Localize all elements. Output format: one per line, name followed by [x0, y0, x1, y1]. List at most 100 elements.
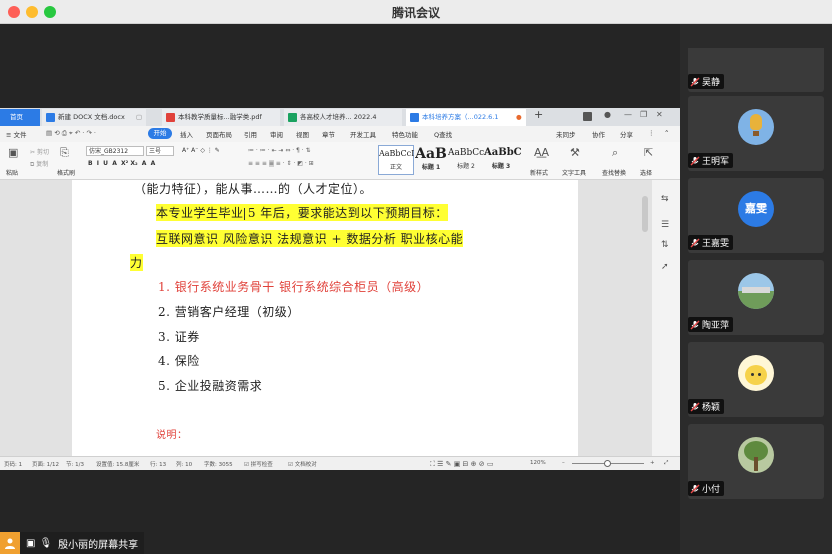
unsynced-label[interactable]: 未同步 — [556, 129, 576, 139]
menu-developer[interactable]: 开发工具 — [350, 129, 376, 139]
select-label[interactable]: 选择 — [640, 168, 652, 177]
menu-chapter[interactable]: 章节 — [322, 129, 335, 139]
paste-label[interactable]: 粘贴 — [6, 168, 18, 177]
menu-view[interactable]: 视图 — [296, 129, 309, 139]
restore-icon[interactable]: ❐ — [640, 110, 647, 119]
collaborate-button[interactable]: 协作 — [592, 129, 605, 139]
doc-line-0: （能力特征），能从事……的（人才定位）。 — [134, 182, 373, 196]
style-heading-3[interactable]: AaBbC 标题 3 — [484, 145, 522, 175]
view-mode-icons[interactable]: ⛶ ☰ ✎ ▣ ⊟ ⊕ ⊘ ▭ — [430, 460, 493, 469]
format-painter-label[interactable]: 格式刷 — [57, 168, 75, 177]
sort-icon[interactable]: ⇅ — [661, 240, 671, 250]
status-words[interactable]: 字数: 3055 — [204, 460, 233, 468]
new-tab-plus-icon[interactable]: + — [534, 108, 543, 121]
tab-active-doc[interactable]: 本科培养方案（...022.6.1 ● — [406, 109, 526, 126]
collapse-ribbon-icon[interactable]: ⌃ — [664, 129, 669, 137]
status-page: 页码: 1 — [4, 462, 23, 468]
participant-avatar — [738, 437, 774, 473]
menu-special[interactable]: 特色功能 — [392, 129, 418, 139]
avatar-icon[interactable]: ● — [604, 110, 611, 119]
zoom-slider-thumb[interactable] — [604, 460, 611, 467]
tab-label: 首页 — [10, 113, 23, 121]
select-cursor-icon[interactable]: ⇱ — [644, 146, 653, 159]
style-label: 标题 3 — [491, 163, 511, 170]
participant-tile[interactable]: 王明军 — [688, 96, 824, 171]
paragraph-align-icons[interactable]: ≡ ≡ ≡ ≡ ≡ · ⇕ · ◩ · ⊞ — [248, 160, 314, 167]
vertical-scrollbar[interactable] — [642, 196, 648, 232]
menu-insert[interactable]: 插入 — [180, 129, 193, 139]
menu-review[interactable]: 审阅 — [270, 129, 283, 139]
status-col: 列: 10 — [176, 462, 193, 468]
tab-pdf[interactable]: 本科教学质量标...融学类.pdf — [162, 109, 280, 126]
font-size-select[interactable]: 三号 — [146, 146, 174, 156]
more-icon[interactable]: ⋮ — [648, 129, 655, 137]
cut-button[interactable]: ✂ 剪切 — [30, 147, 49, 156]
participant-tile[interactable]: 吴静 — [688, 48, 824, 92]
paste-icon[interactable]: ▣ — [8, 146, 18, 159]
quick-access-icons[interactable]: ▤ ⟲ ⎙ ⌖ ↶ · ↷ · — [46, 129, 96, 138]
doc-list-item-2: 2. 营销客户经理（初级） — [158, 305, 300, 319]
find-replace-icon[interactable]: ⌕ — [612, 146, 618, 160]
list-format-icons[interactable]: ≔ · ≔ · ⇤ ⇥ ⇔ · ¶ · ⇅ — [248, 147, 311, 154]
mic-muted-icon — [690, 156, 700, 165]
menu-find[interactable]: Q查找 — [434, 129, 452, 139]
spell-check-button[interactable]: ☑ 拼写检查 — [244, 460, 273, 468]
new-style-label[interactable]: 新样式 — [530, 168, 548, 177]
zoom-in-icon[interactable]: + — [650, 460, 655, 466]
style-sample: AaBbC — [484, 147, 522, 158]
style-normal[interactable]: AaBbCcI 正文 — [378, 145, 414, 175]
participant-tile[interactable]: 陶亚萍 — [688, 260, 824, 335]
tab-home[interactable]: 首页 — [0, 109, 40, 126]
zoom-level[interactable]: 120% — [530, 460, 546, 466]
find-replace-label[interactable]: 查找替换 — [602, 168, 626, 177]
format-painter-icon[interactable]: ⎘ — [60, 146, 69, 160]
mic-muted-icon — [690, 484, 700, 493]
font-size-adjust-icons[interactable]: A⁺ A⁻ ◇ ⋮ ✎ — [182, 147, 220, 154]
participant-tile[interactable]: 小付 — [688, 424, 824, 499]
tab-docx[interactable]: 新建 DOCX 文档.docx ▢ — [42, 109, 146, 126]
participant-name: 杨颖 — [702, 403, 721, 413]
participant-tile[interactable]: 杨颖 — [688, 342, 824, 417]
text-cursor — [244, 208, 245, 220]
status-pages[interactable]: 页面: 1/12 — [32, 460, 59, 468]
close-icon[interactable]: ✕ — [656, 110, 663, 119]
style-heading-1[interactable]: AaB 标题 1 — [414, 145, 448, 175]
adjust-icon[interactable]: ⇆ — [661, 194, 671, 204]
new-style-icon[interactable]: A͟A — [534, 146, 549, 159]
pdf-icon — [166, 113, 175, 122]
tab-list-icon[interactable] — [583, 112, 592, 121]
wps-window: 首页 新建 DOCX 文档.docx ▢ 本科教学质量标...融学类.pdf 各… — [0, 108, 680, 470]
mic-muted-icon — [690, 238, 700, 247]
doc-proof-button[interactable]: ☑ 文档校对 — [288, 460, 317, 468]
zoom-out-icon[interactable]: – — [562, 460, 565, 466]
tab-spreadsheet[interactable]: 各高校人才培养... 2022.4 — [284, 109, 402, 126]
presenter-avatar-icon — [0, 532, 20, 554]
text-format-icons[interactable]: B I U A X² X₂ A A — [88, 160, 155, 167]
status-bar: 页码: 1 页面: 1/12 节: 1/3 设置值: 15.8厘米 行: 13 … — [0, 456, 680, 470]
fit-icon[interactable]: ⤢ — [664, 460, 668, 467]
status-row: 行: 13 — [150, 462, 167, 468]
mic-muted-icon — [690, 402, 700, 411]
text-tools-icon[interactable]: ⚒ — [570, 146, 580, 159]
style-heading-2[interactable]: AaBbCc 标题 2 — [448, 145, 484, 175]
document-canvas: （能力特征），能从事……的（人才定位）。 本专业学生毕业 5 年后，要求能达到以… — [0, 180, 652, 456]
document-page[interactable]: （能力特征），能从事……的（人才定位）。 本专业学生毕业 5 年后，要求能达到以… — [72, 180, 578, 456]
style-label: 标题 2 — [457, 163, 475, 170]
menu-page-layout[interactable]: 页面布局 — [206, 129, 232, 139]
tab-close-icon[interactable]: ▢ — [136, 109, 142, 125]
doc-list-item-3: 3. 证券 — [158, 330, 200, 344]
participant-tile[interactable]: 嘉雯 王嘉雯 — [688, 178, 824, 253]
pointer-icon[interactable]: ➚ — [661, 262, 671, 272]
microphone-icon: 🎙︎ — [39, 537, 53, 549]
participant-name-box: 王嘉雯 — [688, 235, 734, 250]
menu-file[interactable]: ≡ 文件 — [6, 129, 27, 139]
text-tools-label[interactable]: 文字工具 — [562, 168, 586, 177]
menu-references[interactable]: 引用 — [244, 129, 257, 139]
menu-start[interactable]: 开始 — [148, 128, 172, 139]
share-button[interactable]: 分享 — [620, 129, 633, 139]
font-family-select[interactable]: 仿宋_GB2312 — [86, 146, 144, 156]
sliders-icon[interactable]: ☰ — [661, 220, 671, 230]
copy-button[interactable]: ⧉ 复制 — [30, 159, 48, 169]
doc-highlight-line-1: 本专业学生毕业 5 年后，要求能达到以下预期目标： — [156, 204, 448, 221]
minimize-icon[interactable]: — — [624, 110, 632, 119]
